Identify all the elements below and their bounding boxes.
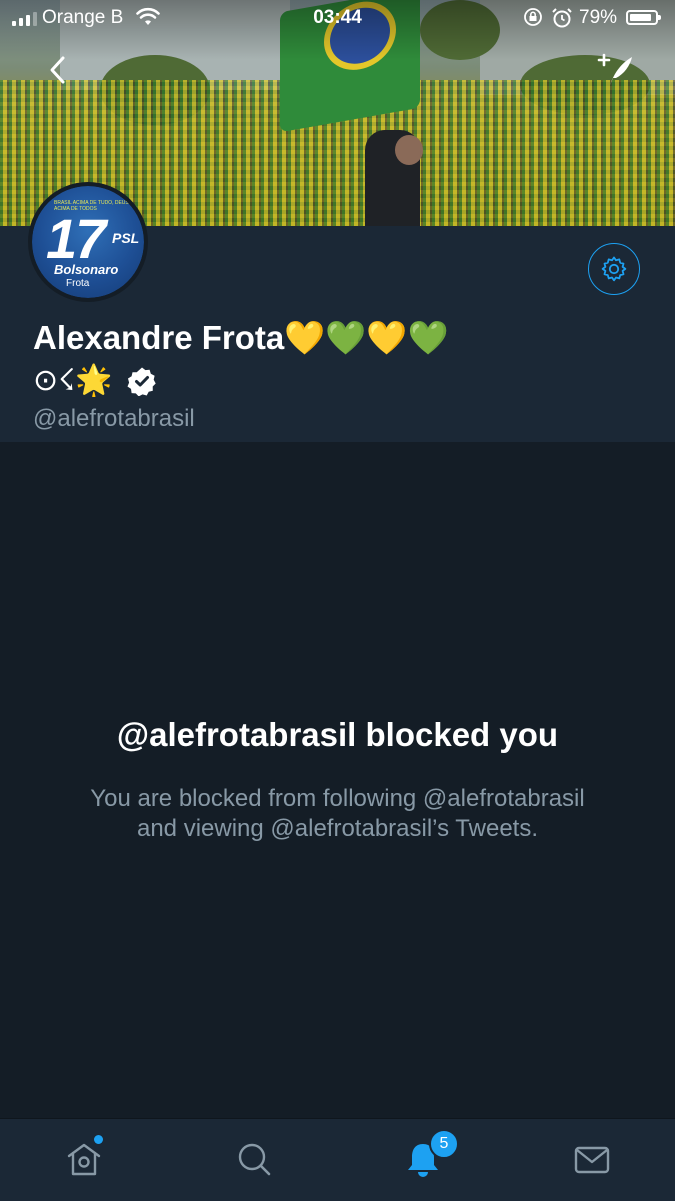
tab-search[interactable] [234, 1139, 274, 1179]
tab-messages[interactable] [572, 1139, 612, 1179]
compose-tweet-icon[interactable] [596, 52, 636, 88]
tab-home[interactable] [64, 1135, 104, 1179]
blocked-description-line-2: and viewing @alefrotabrasil’s Tweets. [136, 815, 538, 842]
profile-bio-line: ⊙☇🌟 [33, 363, 157, 398]
avatar-name: Frota [66, 278, 90, 289]
profile-display-name: Alexandre Frota💛💚💛💚 [33, 319, 449, 356]
rotation-lock-icon [524, 8, 542, 26]
back-chevron-icon[interactable] [40, 52, 76, 88]
profile-handle: @alefrotabrasil [33, 405, 195, 432]
home-new-content-dot [94, 1135, 103, 1144]
status-bar: Orange B 03:44 79% [0, 0, 675, 36]
avatar-slogan: Bolsonaro [54, 262, 119, 277]
bottom-tab-bar: 5 [0, 1118, 675, 1201]
verified-badge-icon [127, 366, 157, 396]
status-time: 03:44 [313, 7, 362, 28]
avatar-party: PSL [112, 230, 140, 246]
profile-bio-symbols: ⊙☇🌟 [33, 364, 113, 397]
mail-icon [574, 1146, 610, 1174]
gear-icon [601, 256, 627, 282]
battery-icon [626, 10, 661, 25]
alarm-icon [552, 8, 572, 28]
blocked-description: You are blocked from following @alefrota… [60, 784, 615, 844]
profile-avatar[interactable]: BRASIL ACIMA DE TUDO, DEUS ACIMA DE TODO… [28, 182, 148, 302]
battery-percent: 79% [579, 7, 618, 28]
home-icon [67, 1143, 101, 1176]
blocked-title: @alefrotabrasil blocked you [116, 716, 559, 753]
profile-settings-button[interactable] [588, 243, 640, 295]
tab-notifications[interactable]: 5 [403, 1129, 459, 1179]
blocked-description-line-1: You are blocked from following @alefrota… [90, 785, 585, 812]
banner-person-head [395, 135, 423, 165]
search-icon [238, 1143, 271, 1176]
notifications-badge: 5 [429, 1129, 459, 1159]
avatar-image: BRASIL ACIMA DE TUDO, DEUS ACIMA DE TODO… [32, 186, 144, 298]
